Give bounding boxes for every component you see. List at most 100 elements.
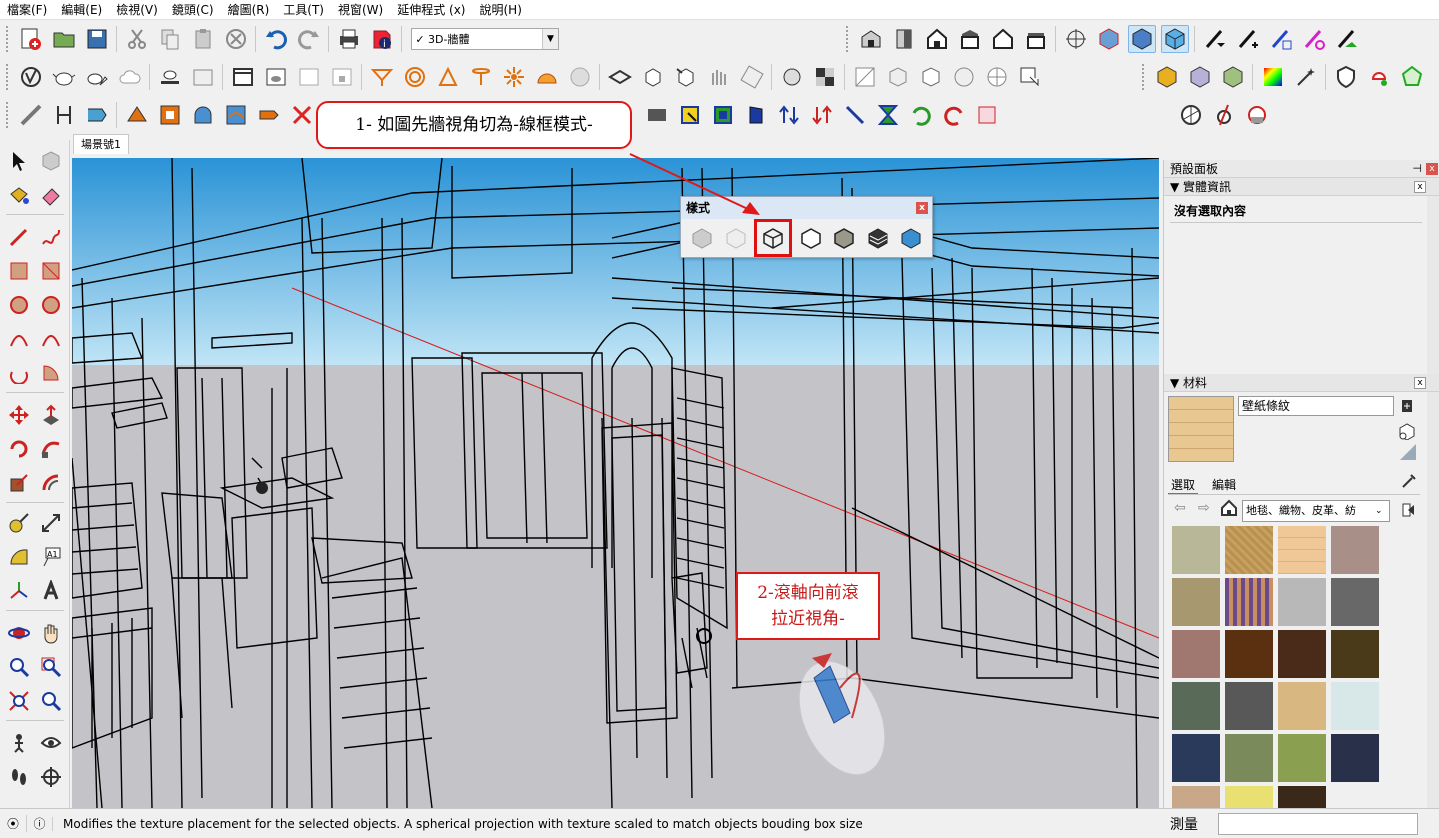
menu-extensions[interactable]: 延伸程式 (x) (390, 0, 472, 20)
two-point-arc-icon[interactable] (36, 324, 66, 354)
uv-select-icon[interactable] (1016, 63, 1044, 91)
forward-arrow-icon[interactable]: ⇨ (1198, 500, 1210, 516)
mesh-light-icon[interactable] (738, 63, 766, 91)
material-swatch[interactable] (1172, 682, 1220, 730)
material-swatch[interactable] (1331, 526, 1379, 574)
orange-shape-1-icon[interactable] (123, 101, 151, 129)
create-material-icon[interactable] (1400, 398, 1414, 417)
tape-measure-icon[interactable] (4, 508, 34, 538)
orbit-icon[interactable] (4, 618, 34, 648)
rotated-rectangle-icon[interactable] (36, 256, 66, 286)
eraser-icon[interactable] (36, 180, 66, 210)
color-palette-icon[interactable] (1259, 63, 1287, 91)
look-around-eye-icon[interactable] (36, 728, 66, 758)
scale-icon[interactable] (4, 468, 34, 498)
material-swatch[interactable] (1225, 682, 1273, 730)
move-icon[interactable] (4, 400, 34, 430)
front-view-icon[interactable] (923, 25, 951, 53)
collection-dropdown[interactable]: 地毯、織物、皮革、紡 ⌄ (1242, 500, 1390, 522)
tab-edit[interactable]: 編輯 (1212, 476, 1236, 493)
info-icon[interactable]: ⓘ (26, 815, 52, 832)
back-edges-style-button[interactable] (721, 224, 751, 252)
select-arrow-icon[interactable] (4, 146, 34, 176)
iso-view-icon[interactable] (857, 25, 885, 53)
pen-icon[interactable] (1201, 25, 1229, 53)
material-cube-2-icon[interactable] (1186, 63, 1214, 91)
material-swatch[interactable] (1331, 734, 1379, 782)
ies-light-icon[interactable] (467, 63, 495, 91)
pen-plus-icon[interactable] (1234, 25, 1262, 53)
cone-light-icon[interactable] (434, 63, 462, 91)
material-swatch[interactable] (1278, 734, 1326, 782)
back-arrow-icon[interactable]: ⇦ (1174, 500, 1186, 516)
print-icon[interactable] (335, 25, 363, 53)
material-swatch[interactable] (1278, 786, 1326, 808)
geo-location-icon[interactable]: ⦿ (0, 815, 26, 832)
material-swatch[interactable] (1331, 578, 1379, 626)
sphere-icon[interactable] (778, 63, 806, 91)
lamp-icon[interactable] (1365, 63, 1393, 91)
green-shape-icon[interactable] (1398, 63, 1426, 91)
teapot-hand-icon[interactable] (83, 63, 111, 91)
model-info-icon[interactable]: i (368, 25, 396, 53)
section-plane-icon[interactable] (1177, 101, 1205, 129)
uv-quad-icon[interactable] (983, 63, 1011, 91)
cross-tool-icon[interactable] (288, 101, 316, 129)
section-plane-tool-icon[interactable] (36, 762, 66, 792)
menu-help[interactable]: 說明(H) (472, 0, 528, 20)
shield-icon[interactable] (1332, 63, 1360, 91)
top-view-icon[interactable] (890, 25, 918, 53)
uv-sphere-icon[interactable] (950, 63, 978, 91)
material-swatch[interactable] (1278, 526, 1326, 574)
pen-green-icon[interactable] (1333, 25, 1361, 53)
orange-tag-icon[interactable] (255, 101, 283, 129)
material-swatch[interactable] (1172, 786, 1220, 808)
shaded-textures-style-button[interactable] (863, 224, 893, 252)
pen-magenta-icon[interactable] (1300, 25, 1328, 53)
menu-tools[interactable]: 工具(T) (276, 0, 331, 20)
rotate-icon[interactable] (4, 434, 34, 464)
material-swatch[interactable] (1225, 578, 1273, 626)
follow-me-icon[interactable] (83, 101, 111, 129)
chevron-down-icon[interactable]: ⌄ (1375, 501, 1389, 521)
zoom-icon[interactable] (4, 652, 34, 682)
dimension-icon[interactable] (50, 101, 78, 129)
flip-red-icon[interactable] (808, 101, 836, 129)
flip-up-icon[interactable] (775, 101, 803, 129)
uv-cylinder-icon[interactable] (917, 63, 945, 91)
material-cube-icon[interactable] (1153, 63, 1181, 91)
menu-draw[interactable]: 繪圖(R) (221, 0, 277, 20)
polygon-icon[interactable] (36, 290, 66, 320)
component-icon[interactable] (36, 146, 66, 176)
line-tool-icon[interactable] (17, 101, 45, 129)
material-swatch[interactable] (1172, 526, 1220, 574)
cloud-icon[interactable] (116, 63, 144, 91)
3d-text-icon[interactable] (36, 576, 66, 606)
section-fill-icon[interactable] (1243, 101, 1271, 129)
paint-bucket-icon[interactable] (4, 180, 34, 210)
pen-edit-icon[interactable] (1267, 25, 1295, 53)
material-name-field[interactable]: 壁紙條紋 (1238, 396, 1394, 416)
dome-light-icon[interactable] (533, 63, 561, 91)
teapot-tray-icon[interactable] (156, 63, 184, 91)
blue-shape-icon[interactable] (189, 101, 217, 129)
pin-icon[interactable]: ⊣ (1412, 160, 1422, 178)
cut-icon[interactable] (123, 25, 151, 53)
pan-hand-icon[interactable] (36, 618, 66, 648)
blue-wave-icon[interactable] (222, 101, 250, 129)
material-swatch[interactable] (1331, 630, 1379, 678)
face-blue-icon[interactable] (709, 101, 737, 129)
diag-arrow-icon[interactable] (841, 101, 869, 129)
material-swatch[interactable] (1172, 578, 1220, 626)
xray-icon[interactable] (1062, 25, 1090, 53)
orange-shape-2-icon[interactable] (156, 101, 184, 129)
material-cube-3-icon[interactable] (1219, 63, 1247, 91)
menu-edit[interactable]: 編輯(E) (54, 0, 109, 20)
window-icon[interactable] (229, 63, 257, 91)
offset-icon[interactable] (36, 468, 66, 498)
materials-header[interactable]: ▼ 材料 x (1164, 374, 1439, 392)
shaded-style-icon[interactable] (1160, 25, 1189, 53)
checker-icon[interactable] (811, 63, 839, 91)
paste-icon[interactable] (189, 25, 217, 53)
freehand-icon[interactable] (36, 222, 66, 252)
